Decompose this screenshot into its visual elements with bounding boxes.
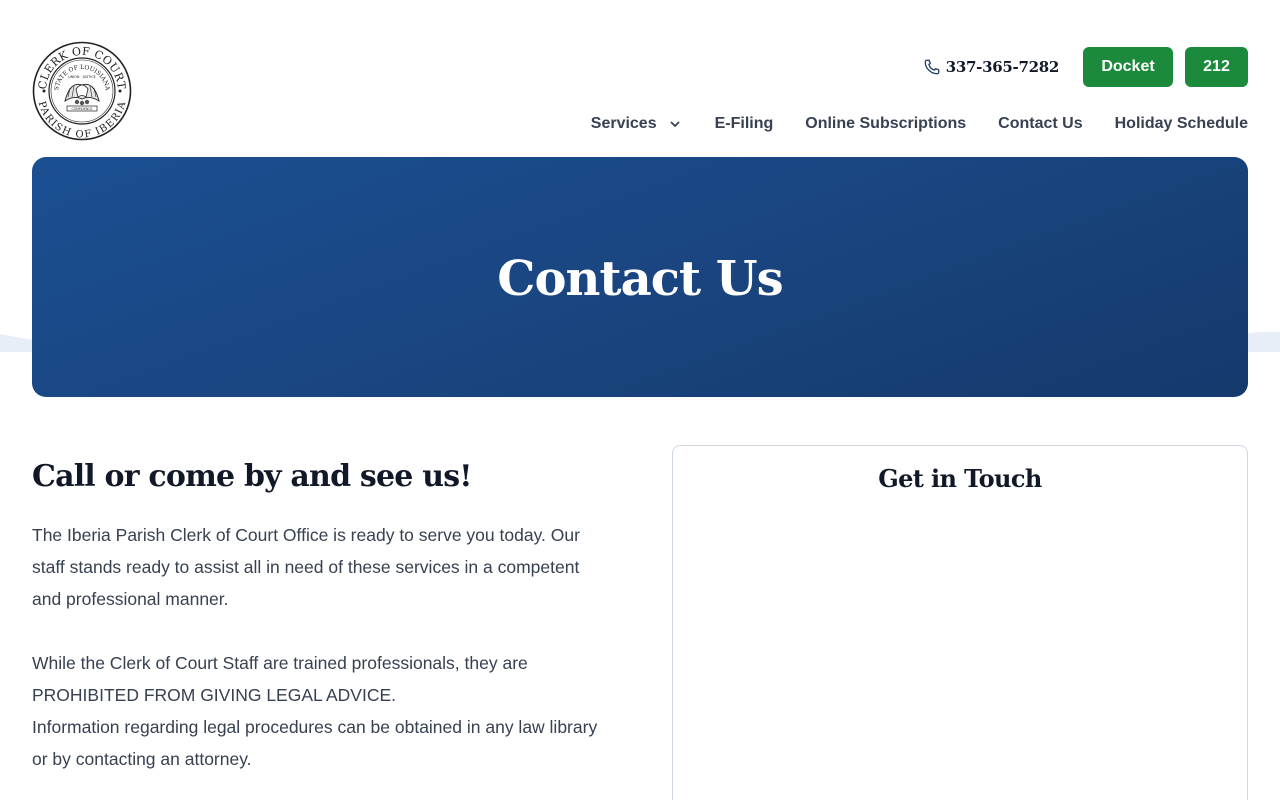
main-nav: Services E-Filing Online Subscriptions C… [591,113,1248,135]
nav-item-online-subscriptions[interactable]: Online Subscriptions [805,115,966,133]
nav-item-label: Services [590,115,657,132]
212-button[interactable]: 212 [1185,47,1248,87]
header-actions: 337-365-7282 Docket 212 [923,47,1248,87]
card-title: Get in Touch [878,464,1042,493]
hero-banner: Contact Us [32,157,1248,397]
nav-item-contact-us[interactable]: Contact Us [998,115,1082,133]
nav-item-services[interactable]: Services [591,115,683,133]
phone-number: 337-365-7282 [945,58,1060,76]
section-heading: Call or come by and see us! [32,459,472,494]
court-seal-logo[interactable]: CLERK OF COURT PARISH OF IBERIA STATE OF… [32,41,132,141]
nav-item-holiday-schedule[interactable]: Holiday Schedule [1115,115,1248,133]
contact-form-card: Get in Touch [672,445,1248,800]
chevron-down-icon [670,121,680,127]
seal-motto-text: UNION · JUSTICE [68,75,96,79]
phone-icon [924,59,940,75]
legal-notice-paragraph: While the Clerk of Court Staff are train… [32,653,528,705]
page-title: Contact Us [497,251,783,307]
legal-info-paragraph: Information regarding legal procedures c… [32,717,598,769]
contact-intro: Call or come by and see us! The Iberia P… [32,455,612,775]
docket-button[interactable]: Docket [1083,47,1173,87]
seal-ribbon-text: CONFIDENCE [72,107,93,111]
intro-paragraph: The Iberia Parish Clerk of Court Office … [32,525,580,609]
court-seal-icon: CLERK OF COURT PARISH OF IBERIA STATE OF… [32,41,132,141]
nav-item-e-filing[interactable]: E-Filing [715,115,774,133]
phone-link[interactable]: 337-365-7282 [923,58,1059,76]
